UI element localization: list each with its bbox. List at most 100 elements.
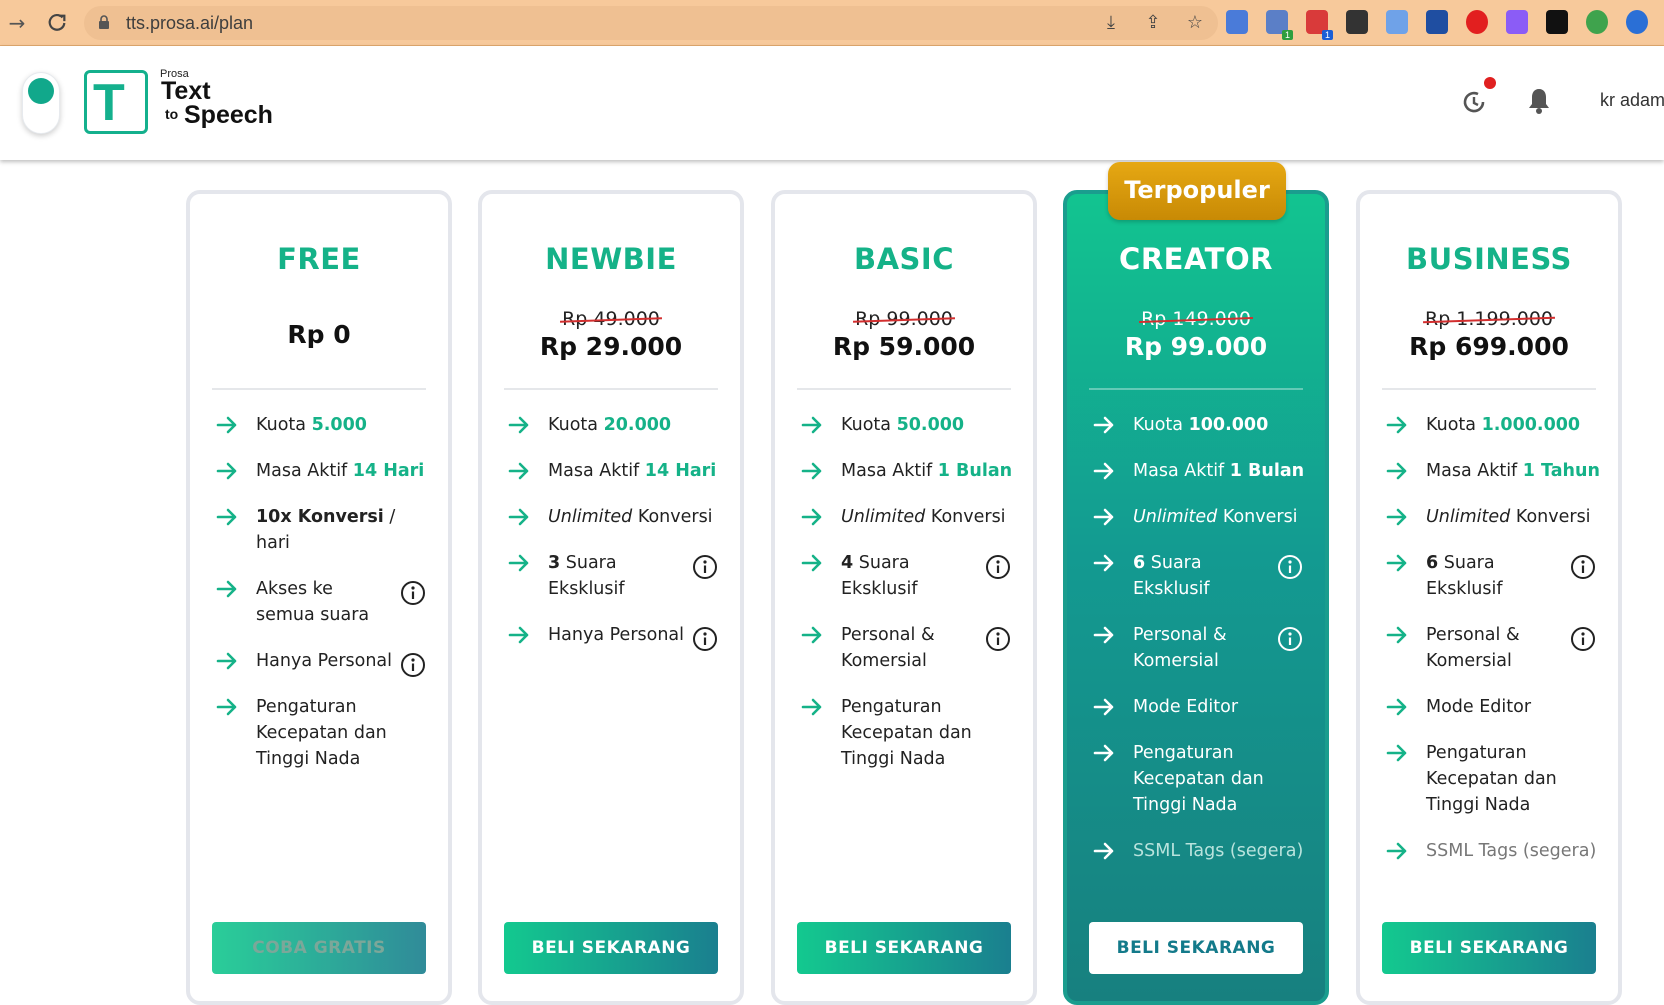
toggle-knob (28, 78, 54, 104)
buy-now-button[interactable]: BELI SEKARANG (797, 922, 1011, 974)
try-free-button[interactable]: COBA GRATIS (212, 922, 426, 974)
feature-item: SSML Tags (segera) (1386, 838, 1600, 864)
extension-icon[interactable] (1626, 10, 1648, 34)
extension-icon[interactable]: 1 (1306, 10, 1333, 40)
feature-text: Masa Aktif (841, 461, 938, 481)
extension-icon[interactable] (1546, 10, 1568, 34)
buy-now-button[interactable]: BELI SEKARANG (504, 922, 718, 974)
feature-item: Kuota 50.000 (801, 412, 1015, 438)
info-icon[interactable] (692, 554, 718, 580)
feature-item: 6 Suara Eksklusif (1386, 550, 1600, 602)
extension-icon[interactable]: 1 (1266, 10, 1293, 40)
info-icon[interactable] (985, 626, 1011, 652)
extension-icon[interactable] (1466, 10, 1488, 34)
feature-text-suffix: Suara Eksklusif (841, 553, 918, 599)
feature-emphasis: Unlimited (1426, 507, 1511, 527)
extension-icon[interactable] (1426, 10, 1448, 34)
info-icon[interactable] (1277, 554, 1303, 580)
info-icon[interactable] (1570, 626, 1596, 652)
arrow-right-icon (1386, 416, 1407, 434)
plan-card-free: FREE Rp 0 Kuota 5.000 Masa Aktif 14 Hari 10x… (186, 190, 452, 1005)
logo-mark[interactable]: T (84, 70, 148, 134)
history-icon[interactable] (1460, 88, 1488, 116)
bell-icon[interactable] (1526, 86, 1552, 116)
feature-item: SSML Tags (segera) (1093, 838, 1307, 864)
app-header: T Prosa Text to Speech kr adam (0, 46, 1664, 160)
buy-now-button[interactable]: BELI SEKARANG (1382, 922, 1596, 974)
feature-list: Kuota 1.000.000 Masa Aktif 1 Tahun Unlimit… (1386, 412, 1600, 884)
old-price-value: Rp 1.199.000 (1425, 308, 1553, 330)
feature-highlight: 1 Bulan (1229, 461, 1305, 481)
feature-list: Kuota 20.000 Masa Aktif 14 Hari Unlimited … (508, 412, 722, 668)
install-icon[interactable]: ⤓ (1100, 12, 1122, 34)
feature-item: Masa Aktif 1 Bulan (801, 458, 1015, 484)
user-name[interactable]: kr adam (1600, 90, 1664, 111)
feature-item: Pengaturan Kecepatan dan Tinggi Nada (1386, 740, 1600, 818)
info-icon[interactable] (400, 652, 426, 678)
feature-highlight: 14 Hari (644, 461, 717, 481)
feature-highlight: 1 Bulan (937, 461, 1013, 481)
info-icon[interactable] (1277, 626, 1303, 652)
arrow-right-icon (1386, 554, 1407, 572)
feature-text-suffix: Suara Eksklusif (548, 553, 625, 599)
feature-highlight: 1.000.000 (1481, 415, 1581, 435)
arrow-right-icon (1386, 508, 1407, 526)
divider (504, 388, 718, 390)
feature-item: Kuota 5.000 (216, 412, 430, 438)
feature-item: Pengaturan Kecepatan dan Tinggi Nada (1093, 740, 1307, 818)
info-icon[interactable] (1570, 554, 1596, 580)
feature-text: Mode Editor (1426, 697, 1532, 717)
arrow-right-icon (801, 554, 822, 572)
logo-letter: T (93, 74, 125, 132)
extensions-bar: 1 1 (1226, 10, 1648, 40)
feature-text: Pengaturan Kecepatan dan Tinggi Nada (1426, 743, 1557, 815)
arrow-right-icon (216, 580, 237, 598)
feature-text-suffix: Suara Eksklusif (1426, 553, 1503, 599)
feature-text: Kuota (841, 415, 897, 435)
feature-item: Kuota 1.000.000 (1386, 412, 1600, 438)
reload-icon[interactable] (42, 8, 72, 38)
feature-item: Personal & Komersial (1093, 622, 1307, 674)
feature-text-suffix: Konversi (1510, 507, 1591, 527)
sidebar-toggle[interactable] (22, 72, 60, 134)
arrow-right-icon (1093, 626, 1114, 644)
feature-item: Kuota 20.000 (508, 412, 722, 438)
arrow-right-icon (508, 508, 529, 526)
extension-icon[interactable] (1346, 10, 1368, 34)
feature-bold: 3 (548, 553, 561, 573)
old-price: Rp 49.000 (482, 308, 740, 330)
feature-text: Kuota (548, 415, 604, 435)
arrow-right-icon (1386, 744, 1407, 762)
feature-text: Pengaturan Kecepatan dan Tinggi Nada (256, 697, 387, 769)
plan-name: BUSINESS (1406, 242, 1572, 276)
extension-icon[interactable] (1226, 10, 1248, 34)
feature-bold: 10x Konversi (256, 507, 384, 527)
plan-name: CREATOR (1119, 242, 1273, 276)
address-bar[interactable]: tts.prosa.ai/plan ⤓ ⇪ ☆ (84, 6, 1218, 40)
feature-item: Hanya Personal (508, 622, 722, 651)
feature-item: 10x Konversi / hari (216, 504, 430, 556)
buy-now-button[interactable]: BELI SEKARANG (1089, 922, 1303, 974)
price: Rp 0 (287, 320, 351, 349)
info-icon[interactable] (985, 554, 1011, 580)
plan-card-basic: BASIC Rp 99.000 Rp 59.000 Kuota 50.000 Masa … (771, 190, 1037, 1005)
divider (1089, 388, 1303, 390)
arrow-right-icon (1093, 744, 1114, 762)
info-icon[interactable] (400, 580, 426, 606)
bookmark-star-icon[interactable]: ☆ (1184, 12, 1206, 34)
notification-dot (1484, 77, 1496, 89)
plan-name: NEWBIE (545, 242, 677, 276)
extension-icon[interactable] (1386, 10, 1408, 34)
feature-item: Akses ke semua suara (216, 576, 430, 628)
arrow-right-icon (508, 554, 529, 572)
extension-icon[interactable] (1586, 10, 1608, 34)
info-icon[interactable] (692, 626, 718, 652)
arrow-right-icon (801, 416, 822, 434)
forward-icon[interactable]: → (2, 8, 32, 38)
feature-emphasis: Unlimited (1133, 507, 1218, 527)
old-price: Rp 99.000 (775, 308, 1033, 330)
extension-icon[interactable] (1506, 10, 1528, 34)
brand-speech-label: Speech (184, 101, 273, 129)
share-icon[interactable]: ⇪ (1142, 12, 1164, 34)
feature-text: Akses ke semua suara (256, 579, 370, 625)
